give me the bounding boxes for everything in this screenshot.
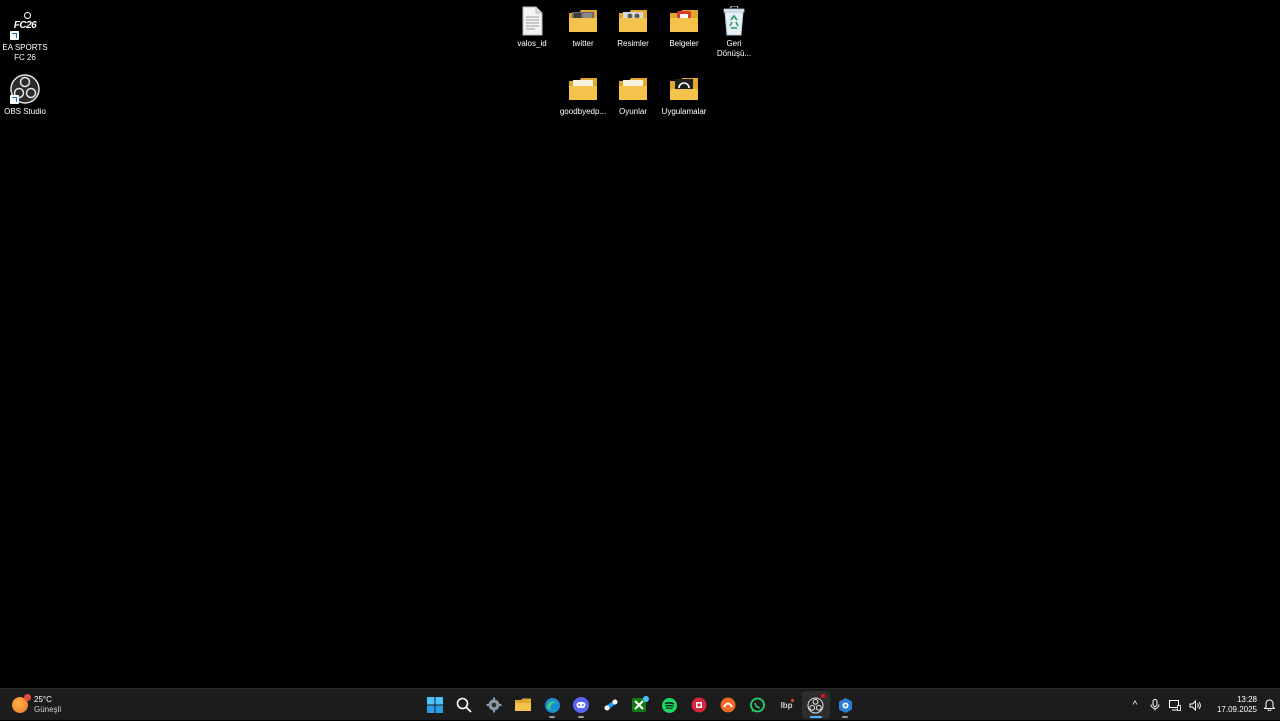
folder-icon [568,6,598,36]
red-app-button[interactable] [685,691,713,719]
desktop-icon-twitter-folder[interactable]: twitter [557,6,609,49]
running-indicator [549,716,556,718]
desktop-icon-recycle-bin[interactable]: Geri Dönüşü... [708,6,760,59]
obs-studio-icon [807,697,824,713]
xbox-button[interactable] [626,691,654,719]
gear-icon [486,697,502,713]
desktop-icon-label: Geri Dönüşü... [716,39,752,58]
weather-widget[interactable]: 25°C Güneşli [12,693,61,717]
running-indicator [578,716,585,718]
folder-icon [568,74,598,104]
taskbar-apps: lbp [421,691,860,719]
notification-bell-icon [1263,699,1275,711]
folder-icon [618,6,648,36]
text-file-icon [517,6,547,36]
network-icon [1169,699,1181,711]
obs-studio-taskbar-button[interactable] [801,691,830,719]
folder-icon [618,74,648,104]
shortcut-arrow-icon [10,95,19,104]
blue-gear-app-button[interactable] [831,691,859,719]
edge-button[interactable] [538,691,566,719]
search-icon [456,697,472,713]
notification-badge [24,694,31,701]
folder-icon [514,698,531,711]
desktop-icon-label: Uygulamalar [661,107,707,116]
windows-start-icon [427,697,443,713]
orange-app-button[interactable] [714,691,742,719]
shortcut-arrow-icon [10,31,19,40]
steam-button[interactable] [597,691,625,719]
ea-sports-fc-icon: FC26 [10,10,40,40]
file-explorer-button[interactable] [509,691,537,719]
running-indicator [842,716,849,718]
desktop-icon-belgeler-folder[interactable]: Belgeler [658,6,710,49]
desktop-icon-label: EA SPORTS FC 26 [2,43,48,62]
xbox-icon [632,696,650,712]
whatsapp-icon [749,697,765,712]
edge-icon [544,697,560,713]
show-hidden-icons-button[interactable]: ^ [1125,693,1145,717]
search-button[interactable] [450,691,478,719]
whatsapp-button[interactable] [743,691,771,719]
red-app-icon [691,697,707,713]
steam-icon [603,699,618,711]
discord-button[interactable] [567,691,595,719]
orange-app-icon [720,697,736,713]
microphone-icon [1150,699,1160,711]
system-tray: ^ 13:28 17.09.2025 [1125,689,1280,721]
recycle-bin-icon [719,6,749,36]
desktop-icon-label: OBS Studio [4,107,46,116]
blue-gear-icon [838,697,852,713]
desktop-icon-resimler-folder[interactable]: Resimler [607,6,659,49]
taskbar: 25°C Güneşli lbp ^ 13:28 17.09.2025 [0,688,1280,720]
desktop-icon-uygulamalar-folder[interactable]: Uygulamalar [658,74,710,117]
folder-icon [669,6,699,36]
sun-icon [12,694,31,713]
spotify-icon [661,697,677,713]
text-app-icon: lbp [780,700,793,710]
weather-temperature: 25°C [34,695,52,704]
volume-button[interactable] [1185,693,1205,717]
desktop-icon-goodbyedp-folder[interactable]: goodbyedp... [557,74,609,117]
spotify-button[interactable] [655,691,683,719]
discord-icon [573,697,590,713]
text-app-button[interactable]: lbp [773,691,801,719]
desktop-icon-oyunlar-folder[interactable]: Oyunlar [607,74,659,117]
notifications-button[interactable] [1261,693,1277,717]
microphone-button[interactable] [1145,693,1165,717]
settings-button[interactable] [480,691,508,719]
running-indicator [809,716,822,718]
desktop-icon-valos-id[interactable]: valos_id [506,6,558,49]
folder-icon [669,74,699,104]
start-button[interactable] [421,691,449,719]
obs-studio-icon [10,74,40,104]
network-button[interactable] [1165,693,1185,717]
clock[interactable]: 13:28 17.09.2025 [1209,695,1257,715]
weather-condition: Güneşli [34,705,62,714]
clock-time: 13:28 [1236,695,1257,704]
speaker-icon [1189,699,1201,711]
clock-date: 17.09.2025 [1216,705,1257,714]
desktop-icon-obs-studio[interactable]: OBS Studio [0,74,51,117]
desktop-icon-ea-sports-fc[interactable]: FC26 EA SPORTS FC 26 [0,10,51,63]
desktop: FC26 EA SPORTS FC 26 OBS Studio valos_id… [0,0,1280,688]
recording-indicator [820,694,825,698]
chevron-up-icon: ^ [1132,699,1138,711]
